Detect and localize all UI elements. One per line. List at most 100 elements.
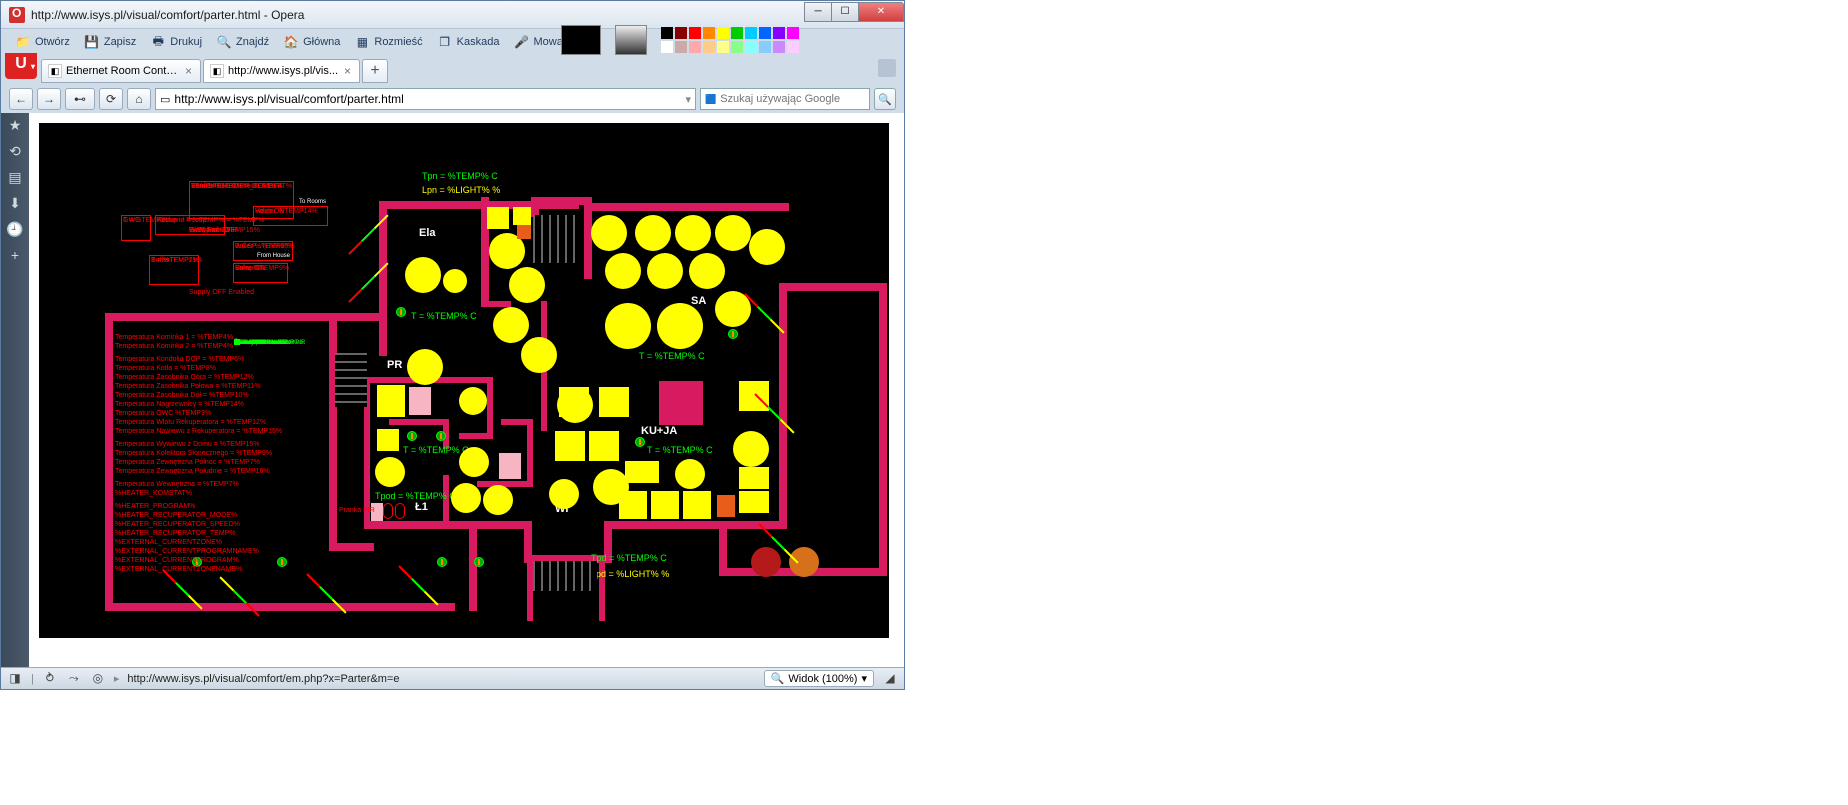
light-sq[interactable]: [589, 431, 619, 461]
buffer-box[interactable]: Buffer T = %TEMP2% T = %TEMP11%: [149, 255, 199, 285]
minimize-button[interactable]: ─: [804, 2, 832, 22]
light[interactable]: [591, 215, 627, 251]
color-swatch[interactable]: [773, 41, 785, 53]
light-sq[interactable]: [377, 385, 405, 417]
light-sq[interactable]: [739, 467, 769, 489]
color-swatch[interactable]: [675, 27, 687, 39]
light-sq[interactable]: [739, 491, 769, 513]
color-swatch[interactable]: [703, 27, 715, 39]
floorplan[interactable]: Tpn = %TEMP% C Lpn = %LIGHT% %: [39, 123, 889, 638]
light[interactable]: [605, 253, 641, 289]
color-swatch[interactable]: [745, 41, 757, 53]
light[interactable]: [647, 253, 683, 289]
sensor[interactable]: [635, 437, 645, 447]
light[interactable]: [605, 303, 651, 349]
sync-icon[interactable]: ⥁: [42, 671, 58, 687]
light[interactable]: [675, 215, 711, 251]
solar-box[interactable]: Solar %TEMP9% Pump ON Valve ON: [233, 263, 288, 283]
heater-block[interactable]: [659, 381, 703, 425]
home-button[interactable]: 🏠Główna: [277, 32, 346, 52]
light[interactable]: [749, 229, 785, 265]
sync-icon[interactable]: ⟲: [6, 143, 24, 161]
downloads-icon[interactable]: ⬇: [6, 195, 24, 213]
color-swatch[interactable]: [759, 41, 771, 53]
closed-tabs-icon[interactable]: [878, 59, 896, 77]
light-sq[interactable]: [487, 207, 509, 229]
back-button[interactable]: ←: [9, 88, 33, 110]
light[interactable]: [689, 253, 725, 289]
tab-isys[interactable]: ◧ http://www.isys.pl/vis... ×: [203, 59, 360, 83]
color-swatch[interactable]: [745, 27, 757, 39]
wand-button[interactable]: ⊷: [65, 88, 95, 110]
url-field[interactable]: ▭ ▾: [155, 88, 696, 110]
find-button[interactable]: 🔍Znajdź: [210, 32, 275, 52]
maximize-button[interactable]: ☐: [831, 2, 859, 22]
reload-button[interactable]: ⟳: [99, 88, 123, 110]
gwc-box[interactable]: GWC T = %TEMP3%: [121, 215, 151, 241]
light-sq[interactable]: [555, 431, 585, 461]
color-swatch[interactable]: [717, 41, 729, 53]
tab-close-icon[interactable]: ×: [342, 64, 353, 78]
open-button[interactable]: 📁Otwórz: [9, 32, 76, 52]
speech-button[interactable]: 🎤Mowa: [507, 32, 568, 52]
cascade-button[interactable]: ❐Kaskada: [431, 32, 506, 52]
tab-ethernet[interactable]: ◧ Ethernet Room Control... ×: [41, 59, 201, 83]
light-sq[interactable]: [651, 491, 679, 519]
light[interactable]: [509, 267, 545, 303]
light[interactable]: [635, 215, 671, 251]
heater-block[interactable]: [499, 453, 521, 479]
sensor[interactable]: [437, 557, 447, 567]
close-button[interactable]: ✕: [858, 2, 904, 22]
light[interactable]: [375, 457, 405, 487]
color-swatch[interactable]: [787, 27, 799, 39]
save-button[interactable]: 💾Zapisz: [78, 32, 142, 52]
sensor[interactable]: [436, 431, 446, 441]
orb-red[interactable]: [751, 547, 781, 577]
color-swatch[interactable]: [661, 41, 673, 53]
light[interactable]: [483, 485, 513, 515]
sensor[interactable]: [407, 431, 417, 441]
dropdown-icon[interactable]: ▾: [685, 93, 691, 106]
new-tab-button[interactable]: +: [362, 59, 388, 83]
light[interactable]: [715, 215, 751, 251]
light[interactable]: [443, 269, 467, 293]
sensor[interactable]: [728, 329, 738, 339]
light-sq[interactable]: [559, 387, 589, 417]
orb-orange[interactable]: [789, 547, 819, 577]
zoom-control[interactable]: 🔍 Widok (100%) ▾: [764, 670, 874, 687]
color-swatch[interactable]: [661, 27, 673, 39]
light-sq[interactable]: [619, 491, 647, 519]
sensor[interactable]: [474, 557, 484, 567]
swatch-current[interactable]: [561, 25, 601, 55]
light[interactable]: [657, 303, 703, 349]
color-swatch[interactable]: [689, 41, 701, 53]
color-swatch[interactable]: [787, 41, 799, 53]
light[interactable]: [407, 349, 443, 385]
link-icon[interactable]: ⤳: [66, 671, 82, 687]
light[interactable]: [733, 431, 769, 467]
search-field[interactable]: 🟦: [700, 88, 870, 110]
print-button[interactable]: 🖶Drukuj: [144, 32, 208, 52]
light[interactable]: [451, 483, 481, 513]
notes-icon[interactable]: ▤: [6, 169, 24, 187]
turbo-icon[interactable]: ◎: [90, 671, 106, 687]
swatch-gradient[interactable]: [615, 25, 647, 55]
light[interactable]: [675, 459, 705, 489]
light-sq[interactable]: [739, 381, 769, 411]
sensor[interactable]: [396, 307, 406, 317]
arrange-button[interactable]: ▦Rozmieść: [348, 32, 428, 52]
color-swatch[interactable]: [689, 27, 701, 39]
light-sq[interactable]: [625, 461, 659, 483]
color-swatch[interactable]: [731, 27, 743, 39]
hot-block[interactable]: [717, 495, 735, 517]
bookmarks-icon[interactable]: ★: [6, 117, 24, 135]
light-sq[interactable]: [599, 387, 629, 417]
light[interactable]: [521, 337, 557, 373]
search-button[interactable]: 🔍: [874, 88, 896, 110]
color-swatch[interactable]: [773, 27, 785, 39]
color-swatch[interactable]: [703, 41, 715, 53]
light-sq[interactable]: [513, 207, 531, 225]
light[interactable]: [405, 257, 441, 293]
light[interactable]: [493, 307, 529, 343]
panel-toggle-icon[interactable]: ◨: [7, 671, 23, 687]
